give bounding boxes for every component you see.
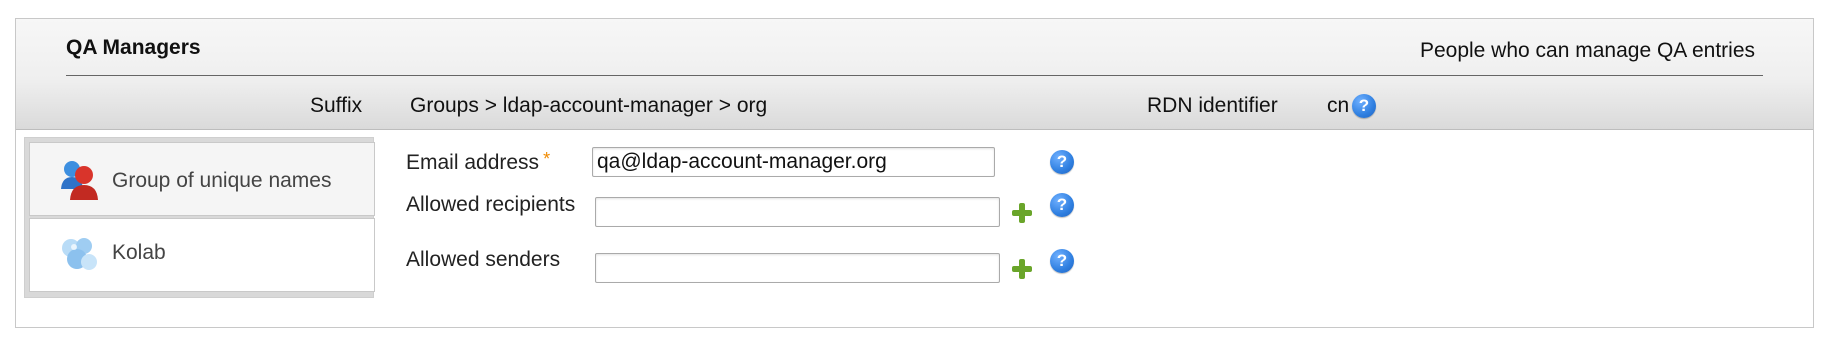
rdn-value: cn [1327,94,1350,117]
required-marker: * [543,149,551,169]
group-users-icon [60,159,100,206]
account-container: QA Managers People who can manage QA ent… [15,18,1814,328]
allowed-recipients-label: Allowed recipients [406,193,576,216]
add-recipient-icon[interactable] [1011,202,1033,224]
tab-group-of-unique-names[interactable]: Group of unique names [29,142,375,216]
tab-kolab[interactable]: Kolab [29,218,375,292]
allowed-senders-help-icon[interactable]: ? [1050,249,1074,273]
rdn-label: RDN identifier [1147,94,1278,117]
email-help-icon[interactable]: ? [1050,150,1074,174]
page-title: QA Managers [66,36,201,59]
email-label-text: Email address [406,151,540,174]
allowed-recipients-field[interactable] [595,197,1000,227]
rdn-help-icon[interactable]: ? [1352,94,1376,118]
kolab-icon [60,235,100,280]
account-header: QA Managers People who can manage QA ent… [16,19,1813,130]
suffix-value: Groups > ldap-account-manager > org [410,94,768,117]
allowed-senders-label: Allowed senders [406,248,561,271]
tab-label: Kolab [112,241,166,264]
email-field[interactable] [592,147,995,177]
add-sender-icon[interactable] [1011,258,1033,280]
email-label: Email address * [406,149,551,175]
tab-label: Group of unique names [112,169,332,192]
page-description: People who can manage QA entries [1419,39,1755,62]
allowed-recipients-help-icon[interactable]: ? [1050,193,1074,217]
header-divider [66,75,1763,76]
module-tabs: Group of unique names Kolab [24,137,375,298]
allowed-senders-field[interactable] [595,253,1000,283]
suffix-label: Suffix [310,94,363,117]
